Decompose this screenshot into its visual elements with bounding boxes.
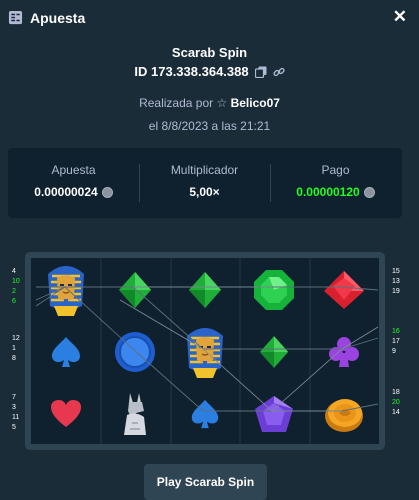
payline-number: 12	[12, 335, 20, 342]
placed-by: Realizada por ☆ Belico07	[0, 96, 419, 110]
symbol-gold-scarab-coin	[314, 384, 374, 444]
payline-numbers-left-top: 4 10 2 6	[12, 267, 20, 307]
payline-numbers-left-middle: 12 1 8	[12, 334, 20, 364]
payline-number: 19	[392, 288, 400, 295]
symbol-pharaoh	[175, 322, 235, 382]
symbol-blue-coin	[105, 322, 165, 382]
symbol-green-diamond	[175, 260, 235, 320]
payline-number: 11	[12, 414, 20, 421]
payline-number: 14	[392, 409, 400, 416]
multiplier-label: Multiplicador	[170, 163, 239, 177]
bet-amount-label: Apuesta	[51, 163, 96, 177]
payout-value: 0.00000120	[296, 185, 360, 199]
bet-date: el 8/8/2023 a las 21:21	[148, 119, 271, 133]
symbol-anubis-statue	[105, 384, 165, 444]
slot-board	[25, 252, 385, 450]
payline-number: 9	[392, 348, 396, 355]
payline-number: 5	[12, 424, 16, 431]
payline-number: 18	[392, 389, 400, 396]
payline-number-active: 20	[392, 399, 400, 406]
modal-title: Apuesta	[30, 10, 86, 26]
modal-header: Apuesta ✕	[0, 0, 419, 36]
bet-amount-stat: Apuesta 0.00000024	[8, 148, 139, 218]
symbol-club	[314, 322, 374, 382]
reel-divider	[309, 258, 311, 444]
currency-icon	[101, 186, 113, 198]
reel-divider	[239, 258, 241, 444]
symbol-green-diamond	[244, 322, 304, 382]
currency-icon	[363, 186, 375, 198]
payline-numbers-left-bottom: 7 3 11 5	[12, 393, 19, 433]
payline-numbers-right-bottom: 18 20 14	[392, 388, 400, 418]
payline-number: 17	[392, 338, 400, 345]
symbol-green-diamond	[105, 260, 165, 320]
username-link[interactable]: Belico07	[231, 96, 280, 110]
copy-icon[interactable]	[254, 66, 267, 78]
symbol-ruby	[314, 260, 374, 320]
multiplier-value: 5,00×	[189, 185, 220, 199]
bet-stats-panel: Apuesta 0.00000024 Multiplicador 5,00× P…	[8, 148, 402, 218]
payout-label: Pago	[321, 163, 350, 177]
payline-numbers-right-middle: 16 17 9	[392, 327, 400, 357]
link-icon[interactable]	[273, 66, 285, 78]
payline-number: 4	[12, 268, 16, 275]
reel-divider	[170, 258, 172, 444]
symbol-heart	[36, 384, 96, 444]
payline-number: 7	[12, 394, 16, 401]
symbol-spade	[36, 322, 96, 382]
bet-amount-value: 0.00000024	[34, 185, 98, 199]
reels-area	[31, 258, 379, 444]
multiplier-stat: Multiplicador 5,00×	[139, 148, 270, 218]
payline-numbers-right-top: 15 13 19	[392, 267, 400, 297]
close-icon[interactable]: ✕	[393, 8, 407, 26]
payline-number: 1	[12, 345, 16, 352]
bet-id-row: ID 173.338.364.388	[0, 64, 419, 79]
payline-number-active: 16	[392, 328, 400, 335]
symbol-emerald	[244, 260, 304, 320]
bet-id: ID 173.338.364.388	[134, 64, 249, 79]
play-game-button[interactable]: Play Scarab Spin	[144, 464, 267, 500]
payline-number-active: 6	[12, 298, 16, 305]
payline-number: 8	[12, 355, 16, 362]
payout-stat: Pago 0.00000120	[270, 148, 401, 218]
reel-divider	[100, 258, 102, 444]
payline-number: 3	[12, 404, 16, 411]
symbol-pharaoh	[36, 260, 96, 320]
payline-number-active: 10	[12, 278, 20, 285]
payline-number-active: 2	[12, 288, 16, 295]
payline-number: 13	[392, 278, 400, 285]
game-name: Scarab Spin	[171, 45, 248, 60]
bet-ticket-icon	[8, 10, 23, 25]
symbol-spade	[175, 384, 235, 444]
symbol-amethyst	[244, 384, 304, 444]
payline-number: 15	[392, 268, 400, 275]
placed-by-label: Realizada por	[139, 96, 214, 110]
star-icon: ☆	[216, 96, 228, 110]
